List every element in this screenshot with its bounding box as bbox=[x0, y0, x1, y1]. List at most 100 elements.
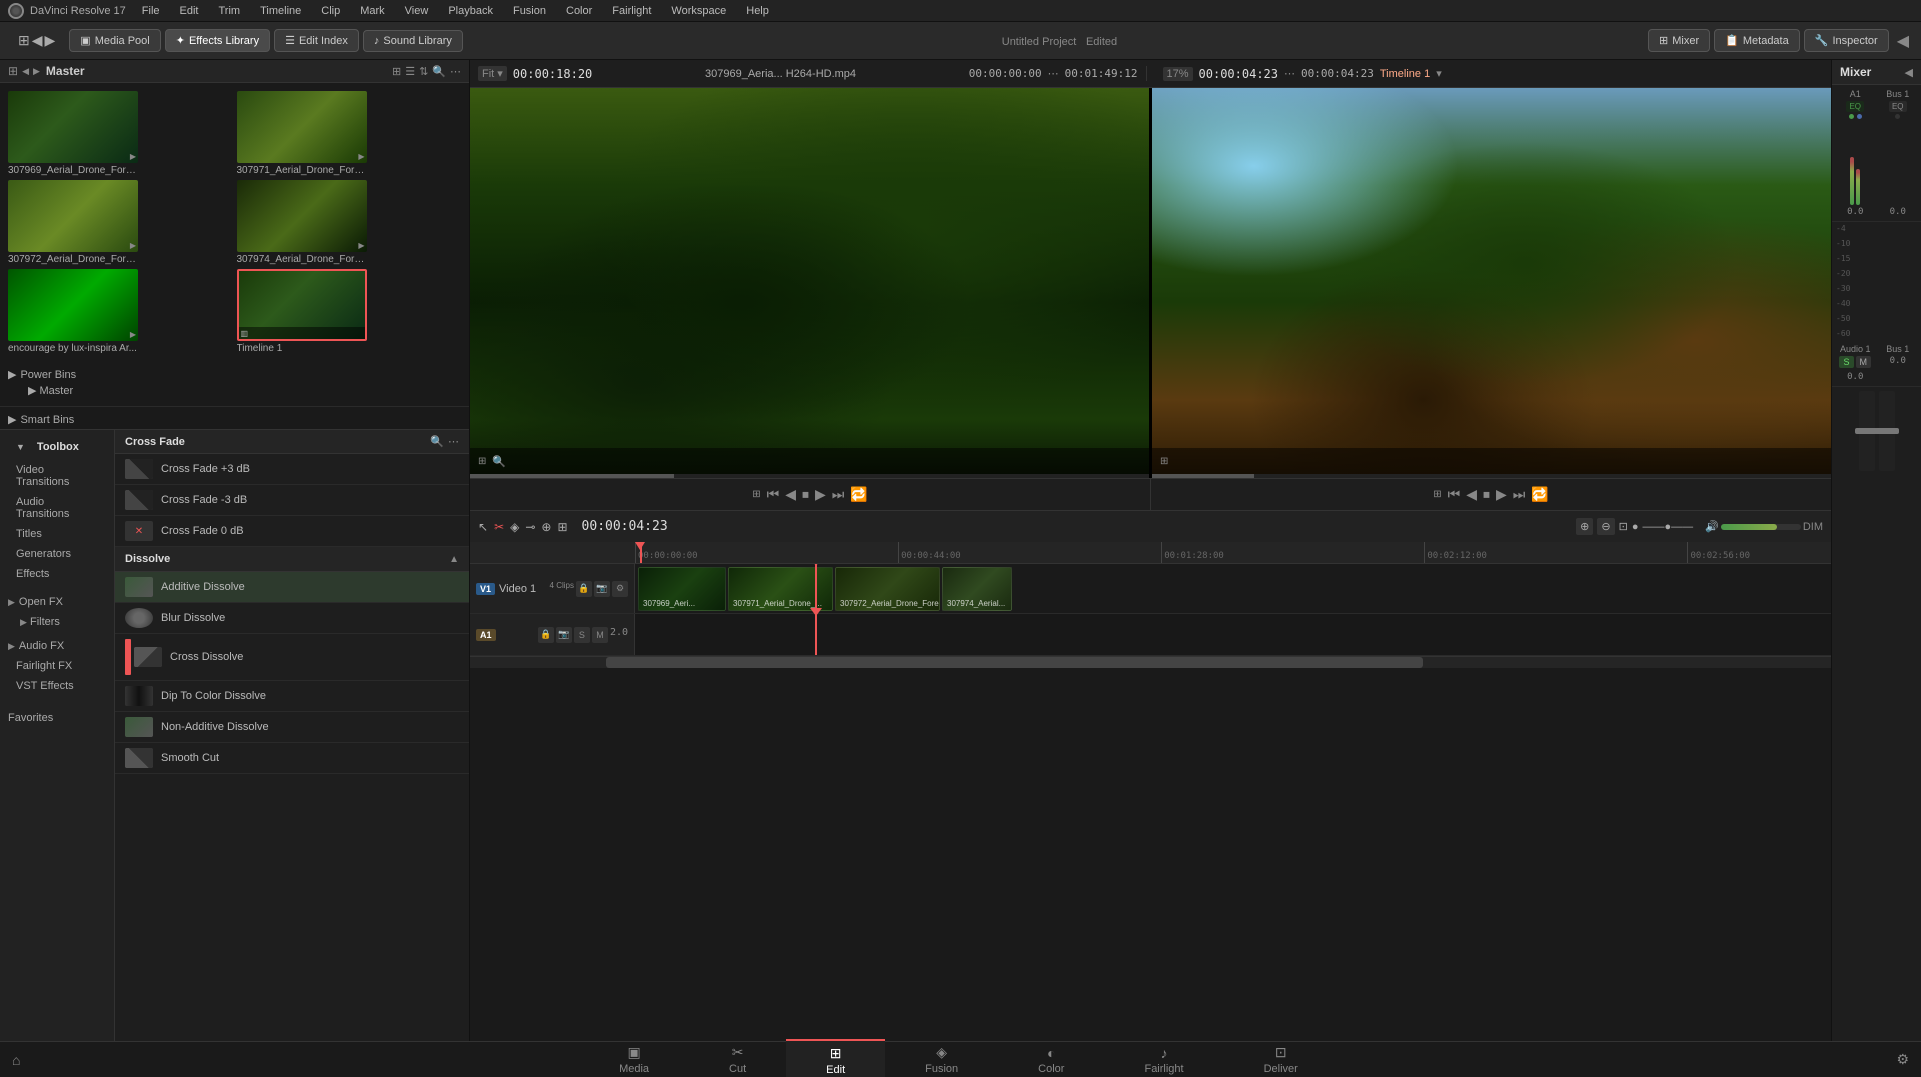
effect-blur-dissolve[interactable]: Blur Dissolve bbox=[115, 603, 469, 634]
smart-bins-label[interactable]: ▶ Smart Bins bbox=[8, 413, 461, 426]
src-loop[interactable]: 🔁 bbox=[850, 486, 867, 503]
viewer-zoom-icon[interactable]: 🔍 bbox=[492, 455, 506, 468]
insert-tool[interactable]: ⊕ bbox=[541, 520, 551, 534]
tl-to-end[interactable]: ⏭ bbox=[1513, 486, 1526, 503]
ch-a1-eq[interactable]: EQ bbox=[1846, 101, 1864, 112]
fader-bus1[interactable] bbox=[1879, 391, 1895, 471]
power-bins-master[interactable]: ▶ Master bbox=[8, 381, 461, 400]
a1-camera-btn[interactable]: 📷 bbox=[556, 627, 572, 643]
a1-lock-btn[interactable]: 🔒 bbox=[538, 627, 554, 643]
ch-bus1-eq[interactable]: EQ bbox=[1889, 101, 1907, 112]
src-step-back[interactable]: ◀ bbox=[785, 486, 796, 503]
favorites-label[interactable]: Favorites bbox=[0, 708, 114, 728]
a1-s-btn[interactable]: S bbox=[574, 627, 590, 643]
tl-stop[interactable]: ⏹ bbox=[1483, 486, 1490, 503]
clip-v1-3[interactable]: 307972_Aerial_Drone_Forest... bbox=[835, 567, 940, 611]
source-more-btn[interactable]: ⋯ bbox=[1048, 67, 1059, 80]
tab-media[interactable]: ▣ Media bbox=[579, 1040, 689, 1077]
effect-non-additive-dissolve[interactable]: Non-Additive Dissolve bbox=[115, 712, 469, 743]
sidebar-item-filters[interactable]: ▶ Filters bbox=[16, 612, 114, 632]
dissolve-section-header[interactable]: Dissolve ▲ bbox=[115, 547, 469, 572]
tab-fusion[interactable]: ◈ Fusion bbox=[885, 1040, 998, 1077]
inspector-btn[interactable]: 🔧 Inspector bbox=[1804, 29, 1889, 52]
sound-library-btn[interactable]: ♪ Sound Library bbox=[363, 30, 463, 52]
panel-fwd[interactable]: ▶ bbox=[33, 66, 40, 77]
src-play[interactable]: ▶ bbox=[815, 486, 826, 503]
src-to-end[interactable]: ⏭ bbox=[832, 486, 845, 503]
zoom-out-btn[interactable]: ⊖ bbox=[1597, 518, 1614, 535]
v1-lock-btn[interactable]: 🔒 bbox=[576, 581, 592, 597]
v1-camera-btn[interactable]: 📷 bbox=[594, 581, 610, 597]
timeline-scrollbar[interactable] bbox=[470, 656, 1831, 668]
timeline-more-btn[interactable]: ⋯ bbox=[1284, 67, 1295, 80]
menu-help[interactable]: Help bbox=[742, 3, 773, 19]
effect-cross-fade-3db[interactable]: Cross Fade +3 dB bbox=[115, 454, 469, 485]
menu-fusion[interactable]: Fusion bbox=[509, 3, 550, 19]
home-btn[interactable]: ⌂ bbox=[12, 1052, 20, 1068]
grid-view-btn[interactable]: ⊞ bbox=[392, 65, 401, 78]
menu-file[interactable]: File bbox=[138, 3, 164, 19]
menu-timeline[interactable]: Timeline bbox=[256, 3, 305, 19]
sidebar-item-generators[interactable]: Generators bbox=[0, 544, 114, 564]
effect-cross-dissolve[interactable]: Cross Dissolve bbox=[115, 634, 469, 681]
mixer-btn[interactable]: ⊞ Mixer bbox=[1648, 29, 1710, 52]
search-effects-icon[interactable]: 🔍 bbox=[430, 435, 444, 448]
menu-view[interactable]: View bbox=[401, 3, 433, 19]
sidebar-item-video-transitions[interactable]: Video Transitions bbox=[0, 460, 114, 492]
fit-timeline-btn[interactable]: ⊡ bbox=[1619, 520, 1628, 533]
effects-library-btn[interactable]: ✦ Effects Library bbox=[165, 29, 270, 52]
media-thumb-3[interactable]: ▶ 307972_Aerial_Drone_Fores... bbox=[8, 180, 233, 265]
timeline-settings-btn[interactable]: ● bbox=[1632, 521, 1639, 533]
open-fx-header[interactable]: ▶ Open FX bbox=[0, 592, 114, 612]
timeline-name[interactable]: Timeline 1 bbox=[1380, 68, 1430, 80]
clip-v1-2[interactable]: 307971_Aerial_Drone_... bbox=[728, 567, 833, 611]
src-to-start[interactable]: ⏮ bbox=[767, 486, 780, 503]
audio-mute-icon[interactable]: 🔊 bbox=[1705, 520, 1719, 533]
timeline-dropdown-icon[interactable]: ▾ bbox=[1436, 67, 1442, 80]
zoom-in-btn[interactable]: ⊕ bbox=[1576, 518, 1593, 535]
effect-cross-fade-0db[interactable]: Cross Fade 0 dB bbox=[115, 516, 469, 547]
collapse-btn[interactable]: ◀ bbox=[1893, 31, 1913, 51]
effect-cross-fade-neg3db[interactable]: Cross Fade -3 dB bbox=[115, 485, 469, 516]
scrollbar-thumb[interactable] bbox=[606, 657, 1423, 668]
selection-tool[interactable]: ↖ bbox=[478, 520, 488, 534]
media-thumb-timeline[interactable]: ▥ Timeline 1 bbox=[237, 269, 462, 354]
effect-smooth-cut[interactable]: Smooth Cut bbox=[115, 743, 469, 774]
menu-color[interactable]: Color bbox=[562, 3, 596, 19]
media-thumb-4[interactable]: ▶ 307974_Aerial_Drone_Fores... bbox=[237, 180, 462, 265]
audio-fx-header[interactable]: ▶ Audio FX bbox=[0, 636, 114, 656]
menu-edit[interactable]: Edit bbox=[176, 3, 203, 19]
menu-trim[interactable]: Trim bbox=[215, 3, 245, 19]
src-viewer-settings[interactable]: ⊞ bbox=[752, 489, 760, 500]
overwrite-tool[interactable]: ⊞ bbox=[557, 520, 567, 534]
tl-to-start[interactable]: ⏮ bbox=[1448, 486, 1461, 503]
tl-viewer-icons[interactable]: ⊞ bbox=[1160, 456, 1168, 467]
tab-cut[interactable]: ✂ Cut bbox=[689, 1040, 786, 1077]
settings-btn[interactable]: ⚙ bbox=[1896, 1051, 1909, 1068]
a1-m-btn[interactable]: M bbox=[592, 627, 608, 643]
tl-loop[interactable]: 🔁 bbox=[1531, 486, 1548, 503]
media-thumb-5[interactable]: ▶ encourage by lux-inspira Ar... bbox=[8, 269, 233, 354]
v1-settings-btn[interactable]: ⚙ bbox=[612, 581, 628, 597]
metadata-btn[interactable]: 📋 Metadata bbox=[1714, 29, 1800, 52]
clip-v1-4[interactable]: 307974_Aerial... bbox=[942, 567, 1012, 611]
mixer-collapse-btn[interactable]: ◀ bbox=[1905, 66, 1913, 79]
tl-step-back[interactable]: ◀ bbox=[1466, 486, 1477, 503]
edit-index-btn[interactable]: ☰ Edit Index bbox=[274, 29, 359, 52]
sidebar-item-titles[interactable]: Titles bbox=[0, 524, 114, 544]
media-thumb-1[interactable]: ▶ 307969_Aerial_Drone_Fores... bbox=[8, 91, 233, 176]
more-btn[interactable]: ⋯ bbox=[450, 65, 461, 78]
tl-play[interactable]: ▶ bbox=[1496, 486, 1507, 503]
nav-buttons[interactable]: ⊞ ◀ ▶ bbox=[8, 28, 65, 53]
effect-additive-dissolve[interactable]: Additive Dissolve bbox=[115, 572, 469, 603]
list-view-btn[interactable]: ☰ bbox=[405, 65, 415, 78]
tab-fairlight[interactable]: ♪ Fairlight bbox=[1104, 1041, 1223, 1077]
blade-tool[interactable]: ✂ bbox=[494, 520, 504, 534]
sidebar-item-vst-effects[interactable]: VST Effects bbox=[0, 676, 114, 696]
filters-item[interactable]: ▶ Filters bbox=[0, 612, 114, 632]
effects-more-icon[interactable]: ⋯ bbox=[448, 435, 459, 448]
power-bins-label[interactable]: ▶ Power Bins bbox=[8, 368, 461, 381]
menu-playback[interactable]: Playback bbox=[444, 3, 497, 19]
toolbox-header[interactable]: ▼ Toolbox bbox=[0, 434, 114, 460]
sidebar-item-effects[interactable]: Effects bbox=[0, 564, 114, 584]
